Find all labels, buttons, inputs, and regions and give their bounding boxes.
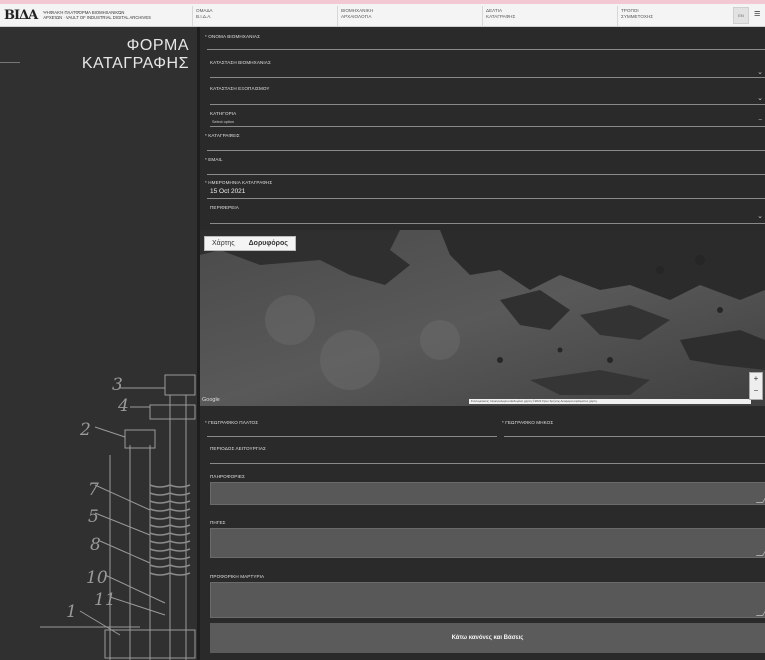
nav-item-participation[interactable]: ΤΡΟΠΟΙ ΣΥΜΜΕΤΟΧΗΣ xyxy=(617,6,653,26)
operation-period-label: ΠΕΡΙΟΔΟΣ ΛΕΙΤΟΥΡΓΙΑΣ xyxy=(210,446,267,451)
info-label: ΠΛΗΡΟΦΟΡΙΕΣ xyxy=(210,474,245,479)
email-label: * EMAIL xyxy=(205,157,223,162)
drawing-label-10: 10 xyxy=(86,568,108,588)
category-select-value[interactable]: Select option xyxy=(212,120,234,124)
latitude-label: * ΓΕΩΓΡΑΦΙΚΟ ΠΛΑΤΟΣ xyxy=(205,420,259,425)
sources-label: ΠΗΓΕΣ xyxy=(210,520,226,525)
map-tab-satellite[interactable]: Δορυφόρος xyxy=(242,237,295,250)
resize-handle-icon[interactable] xyxy=(755,496,765,503)
equipment-status-select[interactable] xyxy=(210,104,765,105)
logo-text: Ψηφιακή πλατφόρμα Βιομηχανικών Αρχείων ·… xyxy=(43,10,151,20)
drawing-label-8: 8 xyxy=(90,535,101,555)
select-dash-icon: – xyxy=(758,117,762,123)
resize-handle-icon[interactable] xyxy=(755,609,765,616)
equipment-status-label: ΚΑΤΑΣΤΑΣΗ ΕΞΟΠΛΙΣΜΟΥ xyxy=(210,86,270,91)
chevron-down-icon[interactable]: ⌄ xyxy=(757,94,763,102)
category-label: ΚΑΤΗΓΟΡΙΑ xyxy=(210,111,237,116)
record-date-label: * ΗΜΕΡΟΜΗΝΙΑ ΚΑΤΑΓΡΑΦΗΣ xyxy=(205,180,273,185)
record-date-input[interactable] xyxy=(207,198,765,199)
longitude-label: * ΓΕΩΓΡΑΦΙΚΟ ΜΗΚΟΣ xyxy=(502,420,554,425)
zoom-out-icon[interactable]: − xyxy=(750,385,762,397)
sources-textarea[interactable] xyxy=(210,528,765,558)
location-map[interactable]: Χάρτης Δορυφόρος Google Συντομεύσεις πλη… xyxy=(200,230,765,406)
drawing-label-11: 11 xyxy=(94,590,116,610)
latitude-input[interactable] xyxy=(207,436,497,437)
google-logo: Google xyxy=(202,397,220,403)
page-title-line1: ΦΟΡΜΑ xyxy=(126,37,189,54)
factory-name-label: * ΟΝΟΜΑ ΒΙΟΜΗΧΑΝΙΑΣ xyxy=(205,34,261,39)
drawing-label-7: 7 xyxy=(88,480,99,500)
info-textarea[interactable] xyxy=(210,482,765,505)
drawing-label-3: 3 xyxy=(112,375,123,395)
recorders-input[interactable] xyxy=(207,150,765,151)
recorders-label: * ΚΑΤΑΓΡΑΦΕΙΣ xyxy=(205,133,240,138)
email-input[interactable] xyxy=(207,174,765,175)
oral-testimony-label: ΠΡΟΦΟΡΙΚΗ ΜΑΡΤΥΡΙΑ xyxy=(210,574,265,579)
zoom-control[interactable]: + − xyxy=(749,372,763,400)
sidebar: ΦΟΡΜΑ ΚΑΤΑΓΡΑΦΗΣ 3 4 2 7 5 8 10 11 1 xyxy=(0,27,197,660)
nav-item-industrial-archaeology[interactable]: ΒΙΟΜΗΧΑΝΙΚΗ ΑΡΧΑΙΟΛΟΓΙΑ xyxy=(337,6,373,26)
resize-handle-icon[interactable] xyxy=(755,549,765,556)
operation-period-input[interactable] xyxy=(210,463,765,464)
map-attribution: Συντομεύσεις πληκτρολογίου Δεδομένα χάρτ… xyxy=(469,399,751,404)
satellite-imagery xyxy=(200,230,765,406)
record-date-value[interactable]: 15 Oct 2021 xyxy=(210,188,245,195)
factory-name-input[interactable] xyxy=(207,49,765,50)
oral-testimony-textarea[interactable] xyxy=(210,582,765,618)
longitude-input[interactable] xyxy=(504,436,765,437)
factory-status-select[interactable] xyxy=(210,77,765,78)
nav-item-record-sheets[interactable]: ΔΕΛΤΙΑ ΚΑΤΑΓΡΑΦΗΣ xyxy=(482,6,515,26)
record-form: * ΟΝΟΜΑ ΒΙΟΜΗΧΑΝΙΑΣ ΚΑΤΑΣΤΑΣΗ ΒΙΟΜΗΧΑΝΙΑ… xyxy=(200,27,765,660)
chevron-down-icon[interactable]: ⌄ xyxy=(757,212,763,220)
drawing-label-1: 1 xyxy=(66,602,77,622)
factory-status-label: ΚΑΤΑΣΤΑΣΗ ΒΙΟΜΗΧΑΝΙΑΣ xyxy=(210,60,271,65)
hamburger-icon[interactable]: ≡ xyxy=(754,8,760,20)
submit-button[interactable]: Κάτω κανόνες και Βάσεις xyxy=(210,623,765,653)
page-title-line2: ΚΑΤΑΓΡΑΦΗΣ xyxy=(81,55,189,72)
chevron-down-icon[interactable]: ⌄ xyxy=(757,68,763,76)
sidebar-divider xyxy=(0,62,20,63)
map-type-tabs: Χάρτης Δορυφόρος xyxy=(204,236,296,251)
region-select[interactable] xyxy=(210,223,765,224)
site-logo[interactable]: ΒΙΔΑ Ψηφιακή πλατφόρμα Βιομηχανικών Αρχε… xyxy=(4,7,151,23)
drawing-label-4: 4 xyxy=(117,396,129,416)
nav-item-team[interactable]: ΟΜΑΔΑ Β.Ι.Δ.Α. xyxy=(192,6,213,26)
drawing-label-2: 2 xyxy=(79,420,91,440)
map-tab-map[interactable]: Χάρτης xyxy=(205,237,242,250)
drawing-label-5: 5 xyxy=(88,507,99,527)
language-switch[interactable]: EN xyxy=(733,7,749,24)
region-label: ΠΕΡΙΦΕΡΕΙΑ xyxy=(210,205,239,210)
top-navigation: ΒΙΔΑ Ψηφιακή πλατφόρμα Βιομηχανικών Αρχε… xyxy=(0,4,765,27)
logo-mark: ΒΙΔΑ xyxy=(4,7,38,23)
mechanical-drawing-illustration: 3 4 2 7 5 8 10 11 1 xyxy=(40,374,196,660)
category-select[interactable] xyxy=(210,126,765,127)
zoom-in-icon[interactable]: + xyxy=(750,373,762,385)
